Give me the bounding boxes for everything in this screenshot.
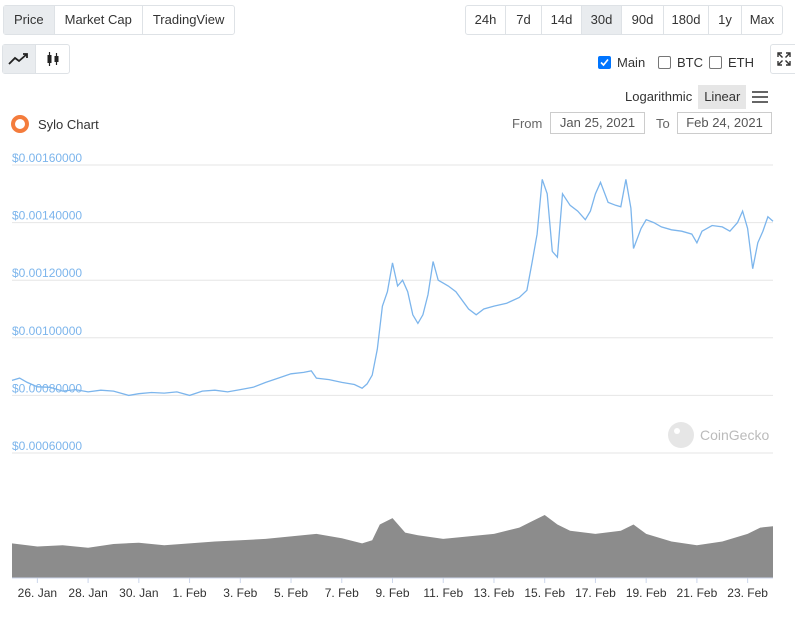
x-tick-label: 3. Feb [223, 586, 257, 600]
y-tick-label: $0.00160000 [12, 151, 82, 165]
x-tick-label: 17. Feb [575, 586, 616, 600]
coingecko-watermark: CoinGecko [668, 422, 769, 448]
x-tick-label: 19. Feb [626, 586, 667, 600]
watermark-text: CoinGecko [700, 427, 769, 443]
x-tick-label: 21. Feb [677, 586, 718, 600]
x-tick-label: 28. Jan [68, 586, 107, 600]
x-tick-label: 23. Feb [727, 586, 768, 600]
gecko-eye-icon [674, 428, 680, 434]
y-tick-label: $0.00100000 [12, 324, 82, 338]
x-tick-label: 7. Feb [325, 586, 359, 600]
volume-series [12, 515, 773, 578]
y-tick-label: $0.00120000 [12, 266, 82, 280]
y-tick-label: $0.00080000 [12, 381, 82, 395]
y-tick-label: $0.00060000 [12, 439, 82, 453]
x-tick-label: 13. Feb [474, 586, 515, 600]
x-tick-label: 5. Feb [274, 586, 308, 600]
x-tick-label: 26. Jan [18, 586, 57, 600]
y-tick-label: $0.00140000 [12, 209, 82, 223]
x-tick-label: 15. Feb [524, 586, 565, 600]
x-tick-label: 1. Feb [173, 586, 207, 600]
price-chart[interactable]: $0.00160000 $0.00140000 $0.00120000 $0.0010… [0, 0, 795, 619]
x-tick-label: 30. Jan [119, 586, 158, 600]
gecko-logo-icon [668, 422, 694, 448]
x-tick-label: 9. Feb [375, 586, 409, 600]
price-series-line[interactable] [11, 179, 774, 397]
x-tick-label: 11. Feb [423, 586, 463, 600]
